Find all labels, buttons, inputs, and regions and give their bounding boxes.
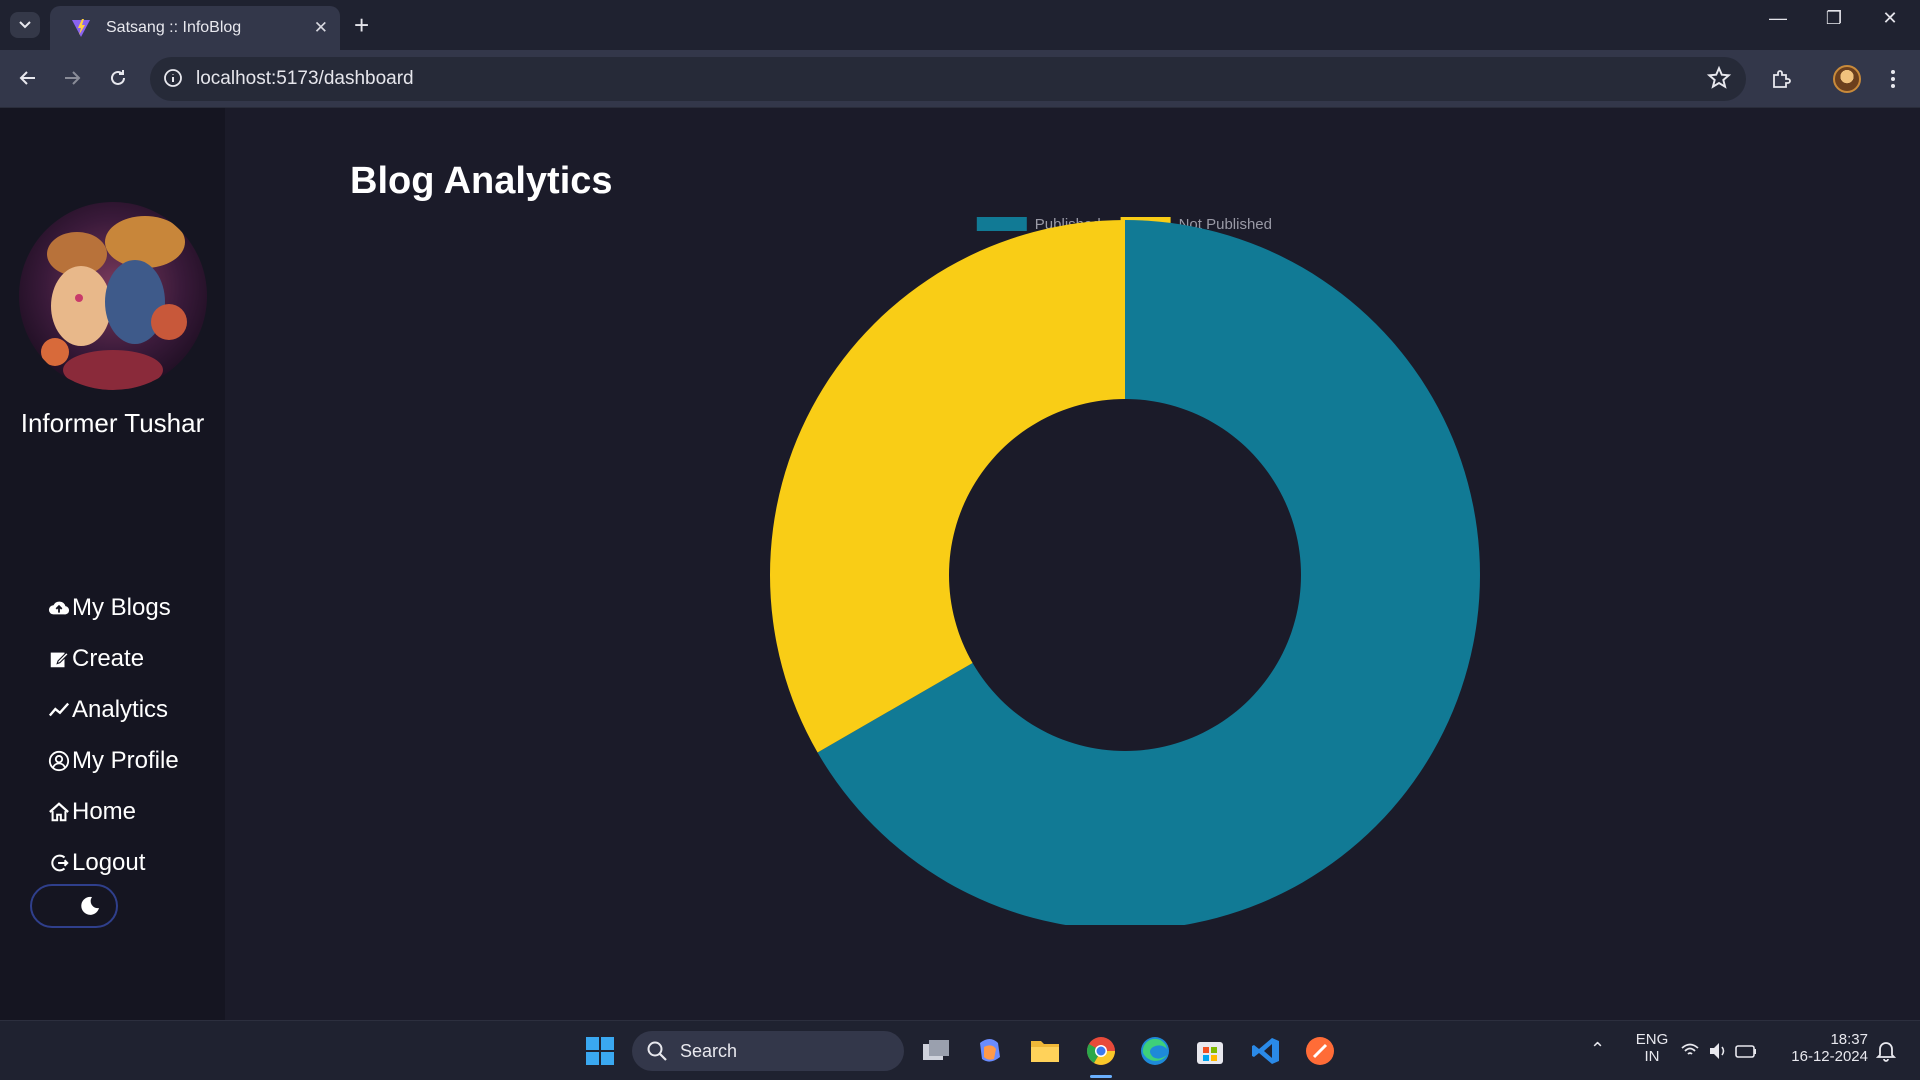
windows-taskbar: Search ⌃ ENG IN 18:37 16-12-2024: [0, 1020, 1920, 1080]
postman-icon: [1306, 1037, 1334, 1065]
site-info-icon[interactable]: [162, 67, 184, 89]
sidebar: Informer Tushar My Blogs Create Analytic…: [0, 108, 225, 1020]
system-tray-status[interactable]: [1680, 1033, 1760, 1069]
notifications-button[interactable]: [1868, 1033, 1904, 1069]
search-label: Search: [680, 1040, 738, 1061]
search-icon: [647, 1041, 667, 1061]
browser-tab[interactable]: Satsang :: InfoBlog ✕: [50, 6, 340, 50]
analytics-doughnut-chart: Published Not Published: [770, 216, 1480, 925]
sidebar-item-label: Create: [72, 644, 145, 672]
copilot-icon: [980, 1039, 1000, 1062]
sidebar-item-logout[interactable]: Logout: [48, 837, 179, 888]
puzzle-icon: [1773, 70, 1791, 88]
edit-icon: [50, 651, 69, 667]
folder-icon: [1031, 1041, 1059, 1062]
trend-icon: [48, 702, 70, 716]
clock-date: 16-12-2024: [1791, 1048, 1868, 1065]
file-explorer-button[interactable]: [1027, 1033, 1063, 1069]
chrome-active-indicator: [1090, 1075, 1112, 1078]
restore-icon[interactable]: ❐: [1814, 8, 1854, 29]
forward-button[interactable]: [54, 60, 90, 96]
store-icon: [1197, 1042, 1223, 1064]
chevron-down-icon: [19, 21, 31, 29]
back-button[interactable]: [10, 60, 46, 96]
legend-swatch[interactable]: [976, 217, 1027, 231]
chart-slices: [770, 220, 1480, 925]
edge-icon: [1141, 1037, 1169, 1065]
sidebar-item-label: Logout: [72, 848, 146, 876]
reload-icon: [111, 70, 125, 85]
start-button[interactable]: [582, 1033, 618, 1069]
minimize-icon[interactable]: —: [1758, 8, 1798, 29]
postman-button[interactable]: [1302, 1033, 1338, 1069]
taskbar-search[interactable]: Search: [632, 1031, 904, 1071]
browser-toolbar: localhost:5173/dashboard: [0, 50, 1920, 108]
profile-avatar: [1833, 65, 1861, 93]
extensions-button[interactable]: [1764, 62, 1798, 96]
sidebar-item-create[interactable]: Create: [48, 633, 179, 684]
sidebar-item-label: My Blogs: [72, 593, 171, 621]
sidebar-item-analytics[interactable]: Analytics: [48, 684, 179, 735]
task-view-button[interactable]: [918, 1033, 954, 1069]
theme-toggle[interactable]: [30, 884, 118, 928]
browser-tab-bar: Satsang :: InfoBlog ✕ + — ❐ ✕: [0, 0, 1920, 50]
more-vertical-icon: [1891, 70, 1895, 88]
sidebar-item-label: Analytics: [72, 695, 169, 723]
sidebar-item-my-blogs[interactable]: My Blogs: [48, 582, 179, 633]
avatar-image: [19, 202, 207, 390]
home-icon: [49, 801, 69, 821]
cloud-upload-icon: [48, 601, 70, 614]
user-name: Informer Tushar: [20, 408, 205, 438]
task-view-icon: [923, 1040, 949, 1060]
close-window-icon[interactable]: ✕: [1870, 8, 1910, 29]
bell-icon: [1876, 1042, 1896, 1062]
chart-slice-not-published[interactable]: [770, 220, 1125, 753]
vscode-icon: [1252, 1038, 1279, 1064]
reload-button[interactable]: [100, 60, 136, 96]
language-indicator[interactable]: ENG IN: [1628, 1031, 1676, 1065]
tab-close-icon[interactable]: ✕: [314, 18, 328, 38]
chrome-button[interactable]: [1083, 1033, 1119, 1069]
moon-icon: [81, 896, 99, 915]
bookmark-star-icon[interactable]: [1706, 65, 1732, 91]
arrow-right-icon: [65, 71, 81, 85]
edge-button[interactable]: [1137, 1033, 1173, 1069]
url-text[interactable]: localhost:5173/dashboard: [196, 68, 414, 90]
page-title: Blog Analytics: [350, 160, 613, 202]
sidebar-item-my-profile[interactable]: My Profile: [48, 735, 179, 786]
windows-logo-icon: [586, 1037, 614, 1065]
tab-title: Satsang :: InfoBlog: [106, 19, 242, 36]
sidebar-item-label: Home: [72, 797, 137, 825]
user-circle-icon: [48, 750, 70, 771]
new-tab-button[interactable]: +: [354, 10, 369, 41]
vite-favicon-icon: [72, 19, 90, 37]
sidebar-item-home[interactable]: Home: [48, 786, 179, 837]
address-bar[interactable]: localhost:5173/dashboard: [150, 57, 1746, 101]
profile-button[interactable]: [1830, 62, 1864, 96]
tab-list-button[interactable]: [10, 12, 40, 38]
clock[interactable]: 18:37 16-12-2024: [1784, 1031, 1868, 1065]
wifi-volume-battery-icon: [1681, 1043, 1756, 1059]
sidebar-nav: My Blogs Create Analytics My Profile Hom…: [48, 582, 179, 888]
browser-menu-button[interactable]: [1876, 62, 1910, 96]
language-code: ENG: [1635, 1031, 1669, 1048]
tray-overflow-icon[interactable]: ⌃: [1590, 1039, 1605, 1060]
sidebar-item-label: My Profile: [72, 746, 179, 774]
logout-icon: [51, 854, 69, 871]
microsoft-store-button[interactable]: [1192, 1033, 1228, 1069]
chrome-icon: [1087, 1037, 1115, 1065]
region-code: IN: [1644, 1048, 1660, 1065]
user-avatar: [19, 202, 207, 390]
vscode-button[interactable]: [1248, 1033, 1284, 1069]
arrow-left-icon: [19, 71, 35, 85]
copilot-button[interactable]: [972, 1033, 1008, 1069]
clock-time: 18:37: [1830, 1031, 1868, 1048]
